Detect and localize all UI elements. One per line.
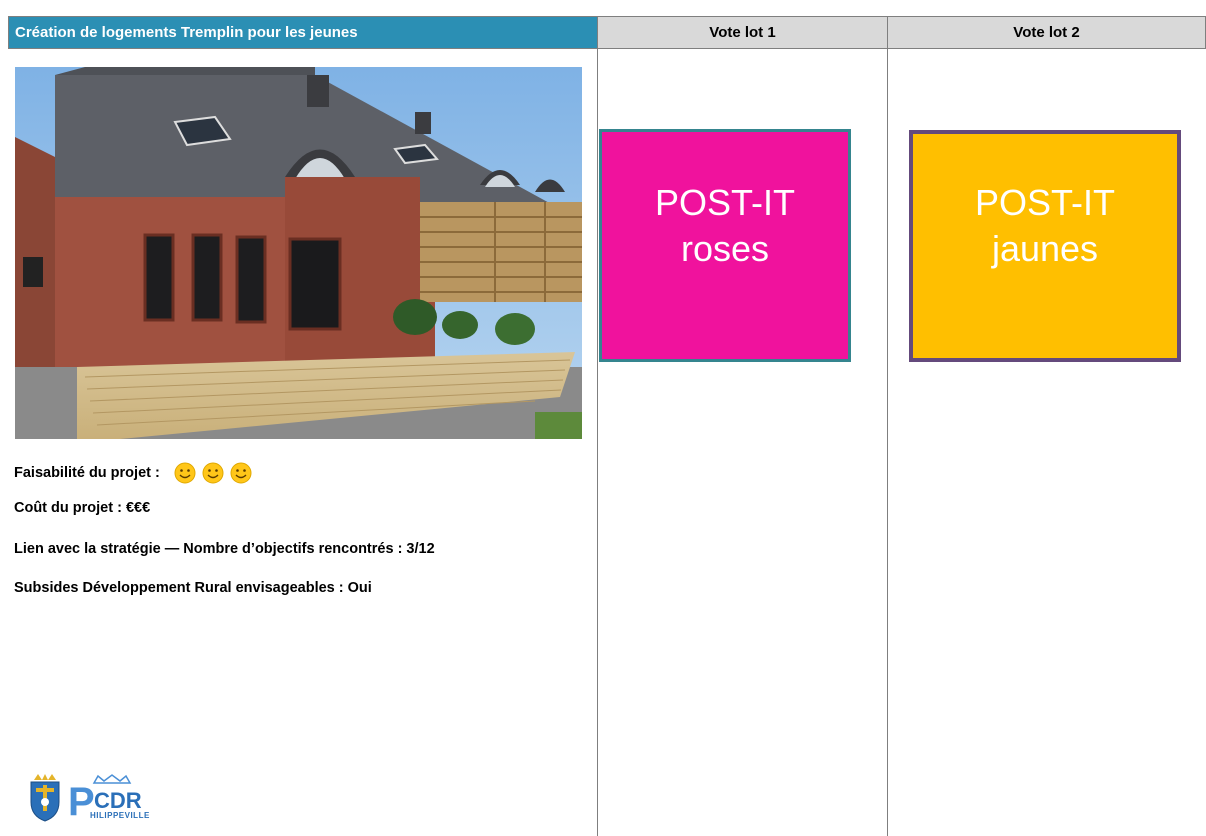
logo-text: CDR bbox=[94, 788, 142, 813]
vote-board: Création de logements Tremplin pour les … bbox=[0, 0, 1206, 836]
postit-pink-line2: roses bbox=[680, 227, 770, 269]
postit-pink-line1: POST-IT bbox=[654, 181, 795, 223]
smiley-icon bbox=[174, 462, 196, 484]
feasibility-row: Faisabilité du projet : bbox=[14, 462, 252, 484]
pcdr-logo: P CDR HILIPPEVILLE bbox=[28, 772, 178, 822]
postit-yellow-line1: POST-IT bbox=[974, 182, 1115, 223]
smiley-icon bbox=[230, 462, 252, 484]
strategy-link: Lien avec la stratégie — Nombre d’object… bbox=[14, 541, 435, 557]
coat-of-arms-icon bbox=[30, 774, 60, 822]
smiley-icon bbox=[202, 462, 224, 484]
postit-pink: POST-IT roses bbox=[599, 129, 851, 362]
column-divider-1 bbox=[597, 49, 598, 836]
house-photo bbox=[15, 67, 582, 439]
vote-lot-1-header: Vote lot 1 bbox=[597, 16, 888, 49]
pcdr-wordmark: P CDR HILIPPEVILLE bbox=[68, 774, 178, 822]
project-cost: Coût du projet : €€€ bbox=[14, 500, 151, 516]
feasibility-label: Faisabilité du projet : bbox=[14, 465, 160, 481]
crown-icon bbox=[92, 774, 132, 784]
vote-lot-2-header: Vote lot 2 bbox=[887, 16, 1206, 49]
postit-yellow-line2: jaunes bbox=[991, 228, 1099, 269]
postit-yellow: POST-IT jaunes bbox=[909, 130, 1181, 362]
column-divider-2 bbox=[887, 49, 888, 836]
project-title-header: Création de logements Tremplin pour les … bbox=[8, 16, 598, 49]
rural-subsidies: Subsides Développement Rural envisageabl… bbox=[14, 580, 372, 596]
logo-subtitle: HILIPPEVILLE bbox=[90, 811, 150, 820]
